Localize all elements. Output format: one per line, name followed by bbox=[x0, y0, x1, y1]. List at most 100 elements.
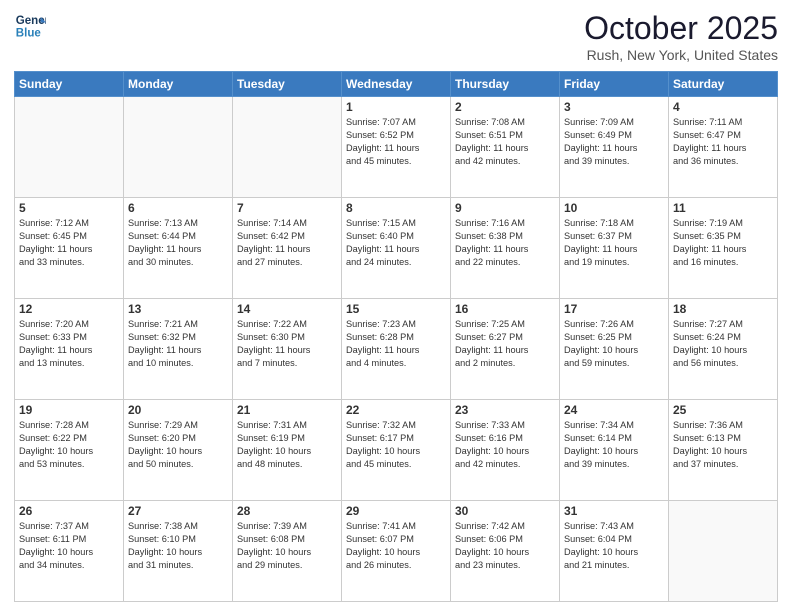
day-info: Sunrise: 7:19 AMSunset: 6:35 PMDaylight:… bbox=[673, 217, 773, 269]
logo-icon: General Blue bbox=[14, 10, 46, 42]
table-row: 2Sunrise: 7:08 AMSunset: 6:51 PMDaylight… bbox=[451, 97, 560, 198]
day-info: Sunrise: 7:20 AMSunset: 6:33 PMDaylight:… bbox=[19, 318, 119, 370]
table-row: 15 Sunrise: 7:23 AMSunset: 6:28 PMDayligh… bbox=[342, 299, 451, 400]
header-tuesday: Tuesday bbox=[233, 72, 342, 97]
day-info: Sunrise: 7:36 AMSunset: 6:13 PMDaylight:… bbox=[673, 419, 773, 471]
day-number: 12 bbox=[19, 302, 119, 316]
week-row-1: 1 Sunrise: 7:07 AMSunset: 6:52 PMDaylight… bbox=[15, 97, 778, 198]
header-friday: Friday bbox=[560, 72, 669, 97]
week-row-2: 5 Sunrise: 7:12 AMSunset: 6:45 PMDaylight… bbox=[15, 198, 778, 299]
table-row: 3 Sunrise: 7:09 AMSunset: 6:49 PMDaylight… bbox=[560, 97, 669, 198]
day-number: 31 bbox=[564, 504, 664, 518]
table-row: 26 Sunrise: 7:37 AMSunset: 6:11 PMDayligh… bbox=[15, 501, 124, 602]
day-number: 27 bbox=[128, 504, 228, 518]
day-number: 8 bbox=[346, 201, 446, 215]
header-thursday: Thursday bbox=[451, 72, 560, 97]
day-info: Sunrise: 7:14 AMSunset: 6:42 PMDaylight:… bbox=[237, 217, 337, 269]
day-number: 1 bbox=[346, 100, 446, 114]
day-info: Sunrise: 7:31 AMSunset: 6:19 PMDaylight:… bbox=[237, 419, 337, 471]
table-row: 8 Sunrise: 7:15 AMSunset: 6:40 PMDaylight… bbox=[342, 198, 451, 299]
day-info: Sunrise: 7:12 AMSunset: 6:45 PMDaylight:… bbox=[19, 217, 119, 269]
day-number: 22 bbox=[346, 403, 446, 417]
day-number: 11 bbox=[673, 201, 773, 215]
table-row: 27 Sunrise: 7:38 AMSunset: 6:10 PMDayligh… bbox=[124, 501, 233, 602]
table-row: 17Sunrise: 7:26 AMSunset: 6:25 PMDayligh… bbox=[560, 299, 669, 400]
day-number: 25 bbox=[673, 403, 773, 417]
table-row: 10 Sunrise: 7:18 AMSunset: 6:37 PMDayligh… bbox=[560, 198, 669, 299]
table-row: 31 Sunrise: 7:43 AMSunset: 6:04 PMDayligh… bbox=[560, 501, 669, 602]
day-number: 24 bbox=[564, 403, 664, 417]
day-number: 26 bbox=[19, 504, 119, 518]
month-title: October 2025 bbox=[584, 10, 778, 47]
day-number: 7 bbox=[237, 201, 337, 215]
table-row: 9Sunrise: 7:16 AMSunset: 6:38 PMDaylight… bbox=[451, 198, 560, 299]
day-number: 4 bbox=[673, 100, 773, 114]
day-number: 30 bbox=[455, 504, 555, 518]
table-row: 20Sunrise: 7:29 AMSunset: 6:20 PMDayligh… bbox=[124, 400, 233, 501]
table-row bbox=[124, 97, 233, 198]
day-number: 21 bbox=[237, 403, 337, 417]
table-row: 5 Sunrise: 7:12 AMSunset: 6:45 PMDaylight… bbox=[15, 198, 124, 299]
day-info: Sunrise: 7:28 AMSunset: 6:22 PMDaylight:… bbox=[19, 419, 119, 471]
calendar-table: Sunday Monday Tuesday Wednesday Thursday… bbox=[14, 71, 778, 602]
day-info: Sunrise: 7:13 AMSunset: 6:44 PMDaylight:… bbox=[128, 217, 228, 269]
table-row: 4Sunrise: 7:11 AMSunset: 6:47 PMDaylight… bbox=[669, 97, 778, 198]
logo: General Blue bbox=[14, 10, 46, 42]
day-number: 23 bbox=[455, 403, 555, 417]
day-info: Sunrise: 7:16 AMSunset: 6:38 PMDaylight:… bbox=[455, 217, 555, 269]
day-number: 17 bbox=[564, 302, 664, 316]
day-info: Sunrise: 7:42 AMSunset: 6:06 PMDaylight:… bbox=[455, 520, 555, 572]
table-row: 28 Sunrise: 7:39 AMSunset: 6:08 PMDayligh… bbox=[233, 501, 342, 602]
table-row: 16 Sunrise: 7:25 AMSunset: 6:27 PMDayligh… bbox=[451, 299, 560, 400]
day-number: 5 bbox=[19, 201, 119, 215]
table-row: 25 Sunrise: 7:36 AMSunset: 6:13 PMDayligh… bbox=[669, 400, 778, 501]
day-number: 10 bbox=[564, 201, 664, 215]
svg-text:Blue: Blue bbox=[16, 28, 42, 40]
day-info: Sunrise: 7:15 AMSunset: 6:40 PMDaylight:… bbox=[346, 217, 446, 269]
week-row-3: 12 Sunrise: 7:20 AMSunset: 6:33 PMDayligh… bbox=[15, 299, 778, 400]
day-info: Sunrise: 7:43 AMSunset: 6:04 PMDaylight:… bbox=[564, 520, 664, 572]
day-number: 16 bbox=[455, 302, 555, 316]
day-number: 20 bbox=[128, 403, 228, 417]
day-number: 13 bbox=[128, 302, 228, 316]
day-info: Sunrise: 7:34 AMSunset: 6:14 PMDaylight:… bbox=[564, 419, 664, 471]
table-row: 12 Sunrise: 7:20 AMSunset: 6:33 PMDayligh… bbox=[15, 299, 124, 400]
header: General Blue October 2025 Rush, New York… bbox=[14, 10, 778, 63]
header-sunday: Sunday bbox=[15, 72, 124, 97]
day-number: 6 bbox=[128, 201, 228, 215]
day-number: 15 bbox=[346, 302, 446, 316]
location: Rush, New York, United States bbox=[584, 47, 778, 63]
table-row: 19 Sunrise: 7:28 AMSunset: 6:22 PMDayligh… bbox=[15, 400, 124, 501]
day-number: 3 bbox=[564, 100, 664, 114]
day-info: Sunrise: 7:23 AMSunset: 6:28 PMDaylight:… bbox=[346, 318, 446, 370]
day-number: 29 bbox=[346, 504, 446, 518]
day-info: Sunrise: 7:32 AMSunset: 6:17 PMDaylight:… bbox=[346, 419, 446, 471]
day-info: Sunrise: 7:09 AMSunset: 6:49 PMDaylight:… bbox=[564, 116, 664, 168]
table-row: 7 Sunrise: 7:14 AMSunset: 6:42 PMDaylight… bbox=[233, 198, 342, 299]
header-monday: Monday bbox=[124, 72, 233, 97]
page: General Blue October 2025 Rush, New York… bbox=[0, 0, 792, 612]
header-wednesday: Wednesday bbox=[342, 72, 451, 97]
day-info: Sunrise: 7:37 AMSunset: 6:11 PMDaylight:… bbox=[19, 520, 119, 572]
week-row-4: 19 Sunrise: 7:28 AMSunset: 6:22 PMDayligh… bbox=[15, 400, 778, 501]
day-number: 14 bbox=[237, 302, 337, 316]
header-saturday: Saturday bbox=[669, 72, 778, 97]
day-info: Sunrise: 7:33 AMSunset: 6:16 PMDaylight:… bbox=[455, 419, 555, 471]
day-info: Sunrise: 7:39 AMSunset: 6:08 PMDaylight:… bbox=[237, 520, 337, 572]
week-row-5: 26 Sunrise: 7:37 AMSunset: 6:11 PMDayligh… bbox=[15, 501, 778, 602]
table-row: 13Sunrise: 7:21 AMSunset: 6:32 PMDayligh… bbox=[124, 299, 233, 400]
day-info: Sunrise: 7:18 AMSunset: 6:37 PMDaylight:… bbox=[564, 217, 664, 269]
day-number: 19 bbox=[19, 403, 119, 417]
day-info: Sunrise: 7:22 AMSunset: 6:30 PMDaylight:… bbox=[237, 318, 337, 370]
day-number: 28 bbox=[237, 504, 337, 518]
header-right: October 2025 Rush, New York, United Stat… bbox=[584, 10, 778, 63]
day-info: Sunrise: 7:25 AMSunset: 6:27 PMDaylight:… bbox=[455, 318, 555, 370]
table-row: 6 Sunrise: 7:13 AMSunset: 6:44 PMDaylight… bbox=[124, 198, 233, 299]
table-row: 24 Sunrise: 7:34 AMSunset: 6:14 PMDayligh… bbox=[560, 400, 669, 501]
day-info: Sunrise: 7:41 AMSunset: 6:07 PMDaylight:… bbox=[346, 520, 446, 572]
table-row: 30 Sunrise: 7:42 AMSunset: 6:06 PMDayligh… bbox=[451, 501, 560, 602]
table-row bbox=[233, 97, 342, 198]
day-info: Sunrise: 7:07 AMSunset: 6:52 PMDaylight:… bbox=[346, 116, 446, 168]
day-info: Sunrise: 7:38 AMSunset: 6:10 PMDaylight:… bbox=[128, 520, 228, 572]
days-header-row: Sunday Monday Tuesday Wednesday Thursday… bbox=[15, 72, 778, 97]
